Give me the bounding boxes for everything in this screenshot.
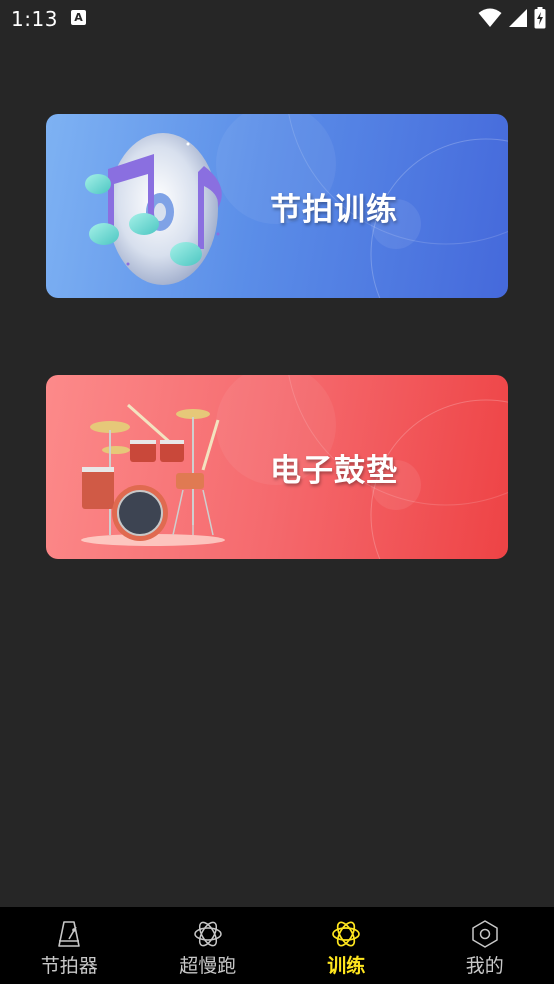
nav-item-slow-jog[interactable]: 超慢跑	[139, 907, 278, 984]
battery-charging-icon	[534, 7, 546, 29]
nav-item-training[interactable]: 训练	[277, 907, 416, 984]
hexagon-icon	[472, 920, 498, 948]
electronic-drum-pad-card[interactable]: 电子鼓垫	[46, 375, 508, 559]
nav-label: 超慢跑	[179, 955, 237, 977]
wifi-icon	[478, 8, 502, 27]
card-title: 电子鼓垫	[270, 453, 398, 489]
screen: 1:13 A 节拍训练 电子鼓垫 节拍器 超慢跑 训练 我的	[0, 0, 554, 984]
card-title: 节拍训练	[270, 192, 398, 228]
status-icons	[478, 7, 546, 29]
nav-item-mine[interactable]: 我的	[416, 907, 554, 984]
drum-kit-icon	[81, 403, 225, 546]
notification-badge-icon: A	[71, 10, 86, 25]
signal-icon	[509, 9, 527, 27]
nav-label: 训练	[327, 955, 366, 977]
status-time: 1:13	[11, 7, 58, 31]
nav-label: 我的	[465, 955, 504, 977]
atom-icon	[332, 921, 361, 947]
bottom-nav: 节拍器 超慢跑 训练 我的	[0, 907, 554, 984]
status-bar: 1:13 A	[0, 0, 554, 38]
nav-label: 节拍器	[40, 955, 98, 977]
atom-icon	[194, 921, 222, 947]
nav-item-metronome[interactable]: 节拍器	[0, 907, 139, 984]
rhythm-training-card[interactable]: 节拍训练	[46, 114, 508, 298]
music-notes-disc-icon	[85, 133, 222, 285]
metronome-icon	[58, 921, 81, 947]
